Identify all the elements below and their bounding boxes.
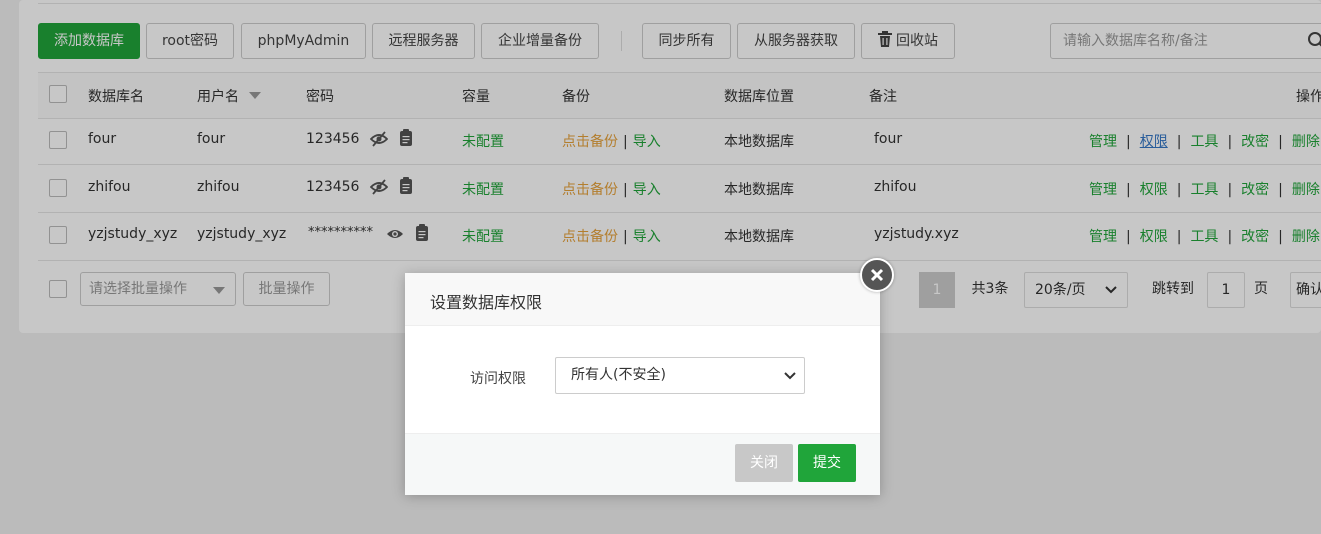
dialog-footer: 关闭 提交 (405, 433, 880, 495)
dialog-title: 设置数据库权限 (430, 293, 543, 312)
submit-button[interactable]: 提交 (798, 444, 856, 482)
access-permission-value: 所有人(不安全) (571, 367, 666, 383)
dialog-header: 设置数据库权限 (405, 273, 880, 326)
permission-dialog: 设置数据库权限 访问权限 所有人(不安全) 关闭 提交 (405, 258, 894, 495)
access-permission-select[interactable]: 所有人(不安全) (555, 357, 805, 394)
close-button[interactable]: 关闭 (735, 444, 793, 482)
close-icon (870, 268, 884, 282)
access-permission-label: 访问权限 (470, 371, 526, 387)
close-dialog-button[interactable] (860, 258, 894, 292)
chevron-down-icon (784, 372, 796, 380)
